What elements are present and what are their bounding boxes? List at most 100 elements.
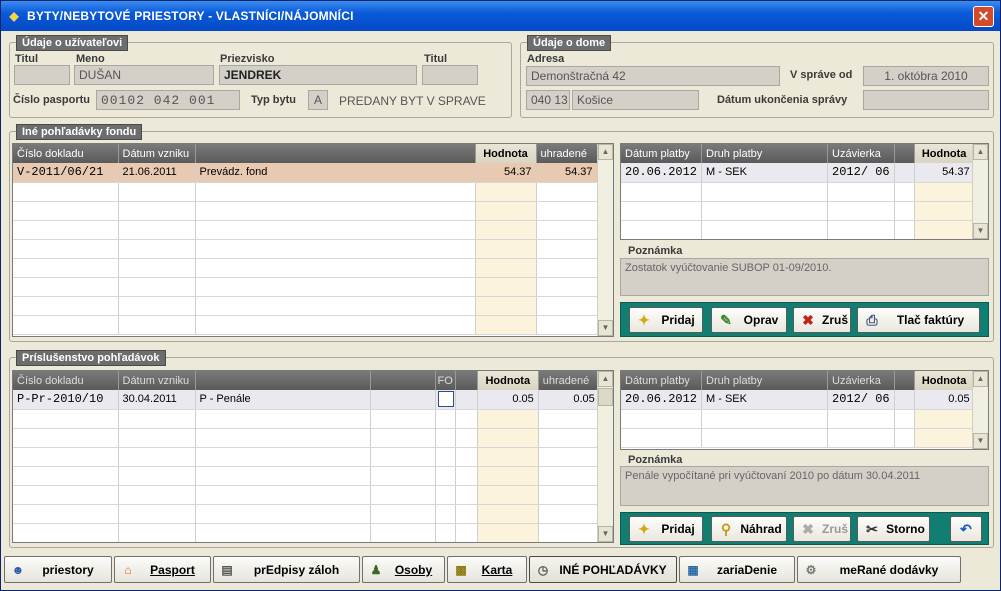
scroll-up-icon[interactable]: ▲ bbox=[598, 371, 613, 387]
table-row-empty[interactable] bbox=[621, 409, 975, 429]
tab-merane-dodavky[interactable]: ⚙ meRané dodávky bbox=[797, 556, 961, 583]
table-row-empty[interactable] bbox=[621, 428, 975, 448]
acc-note-field[interactable]: Penále vypočítané pri vyúčtovaní 2010 po… bbox=[620, 466, 989, 506]
col-blank[interactable] bbox=[894, 371, 915, 390]
col-fo[interactable]: FO bbox=[435, 371, 456, 390]
fund-edit-button[interactable]: ✎ Oprav bbox=[711, 307, 787, 333]
priezvisko-field[interactable]: JENDREK bbox=[219, 65, 417, 85]
fo-checkbox[interactable] bbox=[437, 391, 454, 407]
scroll-up-icon[interactable]: ▲ bbox=[973, 371, 988, 387]
table-row-empty[interactable] bbox=[13, 409, 600, 429]
adresa-field[interactable]: Demonštračná 42 bbox=[526, 66, 780, 86]
table-row-empty[interactable] bbox=[13, 315, 598, 335]
table-row-empty[interactable] bbox=[13, 220, 598, 240]
window-title: BYTY/NEBYTOVÉ PRIESTORY - VLASTNÍCI/NÁJO… bbox=[27, 9, 354, 23]
col-uzavierka[interactable]: Uzávierka bbox=[827, 371, 895, 390]
titul-field[interactable] bbox=[14, 65, 70, 85]
scroll-up-icon[interactable]: ▲ bbox=[973, 144, 988, 160]
table-row[interactable]: 20.06.2012 M - SEK 2012/ 06 54.37 bbox=[621, 163, 975, 183]
col-cislo-dokladu[interactable]: Číslo dokladu bbox=[13, 144, 119, 163]
scroll-thumb[interactable] bbox=[598, 388, 613, 406]
col-uhradene[interactable]: uhradené bbox=[538, 371, 600, 390]
acc-cancel-button[interactable]: ✖ Zruš bbox=[793, 516, 851, 542]
table-row-empty[interactable] bbox=[13, 466, 600, 486]
fund-cancel-button[interactable]: ✖ Zruš bbox=[793, 307, 851, 333]
fund-payments-scrollbar[interactable]: ▲ ▼ bbox=[972, 144, 988, 239]
tab-predpisy-zaloh[interactable]: ▤ prEdpisy záloh bbox=[213, 556, 360, 583]
acc-table[interactable]: Číslo dokladu Dátum vzniku FO Hodnota uh… bbox=[12, 370, 614, 543]
table-row-empty[interactable] bbox=[13, 201, 598, 221]
col-blank2[interactable] bbox=[370, 371, 436, 390]
scroll-down-icon[interactable]: ▼ bbox=[973, 433, 988, 449]
title-bar[interactable]: ◆ BYTY/NEBYTOVÉ PRIESTORY - VLASTNÍCI/NÁ… bbox=[1, 1, 1000, 31]
table-row[interactable]: 20.06.2012 M - SEK 2012/ 06 0.05 bbox=[621, 390, 975, 410]
fund-add-button[interactable]: ✦ Pridaj bbox=[629, 307, 703, 333]
tab-pasport[interactable]: ⌂ Pasport bbox=[114, 556, 211, 583]
table-row[interactable]: P-Pr-2010/10 30.04.2011 P - Penále 0.05 … bbox=[13, 390, 600, 410]
col-datum-vzniku[interactable]: Dátum vzniku bbox=[118, 144, 196, 163]
cell-empty bbox=[621, 220, 703, 239]
table-row-empty[interactable] bbox=[621, 182, 975, 202]
col-datum-platby[interactable]: Dátum platby bbox=[621, 144, 703, 163]
close-button[interactable]: ✕ bbox=[973, 6, 994, 27]
tab-osoby[interactable]: ♟ Osoby bbox=[362, 556, 445, 583]
acc-payments-scrollbar[interactable]: ▲ ▼ bbox=[972, 371, 988, 449]
col-uhradene[interactable]: uhradené bbox=[536, 144, 598, 163]
tab-zariadenie[interactable]: ▦ zariaDenie bbox=[679, 556, 795, 583]
table-row-empty[interactable] bbox=[13, 428, 600, 448]
col-hodnota[interactable]: Hodnota bbox=[914, 144, 975, 163]
col-hodnota[interactable]: Hodnota bbox=[477, 371, 539, 390]
table-row-empty[interactable] bbox=[13, 296, 598, 316]
scroll-down-icon[interactable]: ▼ bbox=[973, 223, 988, 239]
scroll-down-icon[interactable]: ▼ bbox=[598, 320, 613, 336]
col-hodnota[interactable]: Hodnota bbox=[914, 371, 975, 390]
col-druh-platby[interactable]: Druh platby bbox=[701, 144, 829, 163]
scroll-up-icon[interactable]: ▲ bbox=[598, 144, 613, 160]
table-row-empty[interactable] bbox=[621, 220, 975, 239]
col-druh-platby[interactable]: Druh platby bbox=[701, 371, 829, 390]
mesto-field[interactable]: Košice bbox=[572, 90, 699, 110]
acc-payments-table[interactable]: Dátum platby Druh platby Uzávierka Hodno… bbox=[620, 370, 989, 450]
acc-scrollbar[interactable]: ▲ ▼ bbox=[597, 371, 613, 542]
fund-payments-table[interactable]: Dátum platby Druh platby Uzávierka Hodno… bbox=[620, 143, 989, 240]
sprava-od-label: V správe od bbox=[790, 69, 853, 81]
fund-note-field[interactable]: Zostatok vyúčtovanie SUBOP 01-09/2010. bbox=[620, 258, 989, 296]
tab-priestory[interactable]: ☻ priestory bbox=[4, 556, 112, 583]
tab-karta[interactable]: ▩ Karta bbox=[447, 556, 527, 583]
acc-undo-button[interactable]: ↶ bbox=[950, 516, 982, 542]
col-hodnota[interactable]: Hodnota bbox=[475, 144, 537, 163]
tab-ine-pohladavky[interactable]: ◷ INÉ POHĽADÁVKY bbox=[529, 556, 677, 583]
table-row-empty[interactable] bbox=[621, 201, 975, 221]
fund-scrollbar[interactable]: ▲ ▼ bbox=[597, 144, 613, 336]
col-blank[interactable] bbox=[195, 371, 371, 390]
table-row-empty[interactable] bbox=[13, 504, 600, 524]
sprava-od-field[interactable]: 1. októbra 2010 bbox=[863, 66, 989, 86]
col-blank[interactable] bbox=[894, 144, 915, 163]
pasport-field[interactable]: 00102 042 001 bbox=[96, 90, 240, 110]
col-datum-platby[interactable]: Dátum platby bbox=[621, 371, 703, 390]
fund-table[interactable]: Číslo dokladu Dátum vzniku Hodnota uhrad… bbox=[12, 143, 614, 337]
col-blank3[interactable] bbox=[455, 371, 478, 390]
acc-storno-button[interactable]: ✂ Storno bbox=[857, 516, 930, 542]
table-row[interactable]: V-2011/06/21 21.06.2011 Prevádz. fond 54… bbox=[13, 163, 598, 183]
acc-add-button[interactable]: ✦ Pridaj bbox=[629, 516, 703, 542]
fund-print-button[interactable]: ⎙ Tlač faktúry bbox=[857, 307, 980, 333]
col-cislo-dokladu[interactable]: Číslo dokladu bbox=[13, 371, 119, 390]
table-row-empty[interactable] bbox=[13, 258, 598, 278]
meno-field[interactable]: DUŠAN bbox=[74, 65, 214, 85]
table-row-empty[interactable] bbox=[13, 447, 600, 467]
titul2-field[interactable] bbox=[422, 65, 478, 85]
table-row-empty[interactable] bbox=[13, 523, 600, 542]
typ-bytu-field[interactable]: A bbox=[308, 90, 328, 110]
psc-field[interactable]: 040 13 bbox=[526, 90, 570, 110]
table-row-empty[interactable] bbox=[13, 277, 598, 297]
ukoncenie-field[interactable] bbox=[863, 90, 989, 110]
col-datum-vzniku[interactable]: Dátum vzniku bbox=[118, 371, 196, 390]
table-row-empty[interactable] bbox=[13, 485, 600, 505]
table-row-empty[interactable] bbox=[13, 182, 598, 202]
scroll-down-icon[interactable]: ▼ bbox=[598, 526, 613, 542]
acc-replace-button[interactable]: ⚲ Náhrad bbox=[711, 516, 787, 542]
col-blank[interactable] bbox=[195, 144, 476, 163]
col-uzavierka[interactable]: Uzávierka bbox=[827, 144, 895, 163]
table-row-empty[interactable] bbox=[13, 239, 598, 259]
